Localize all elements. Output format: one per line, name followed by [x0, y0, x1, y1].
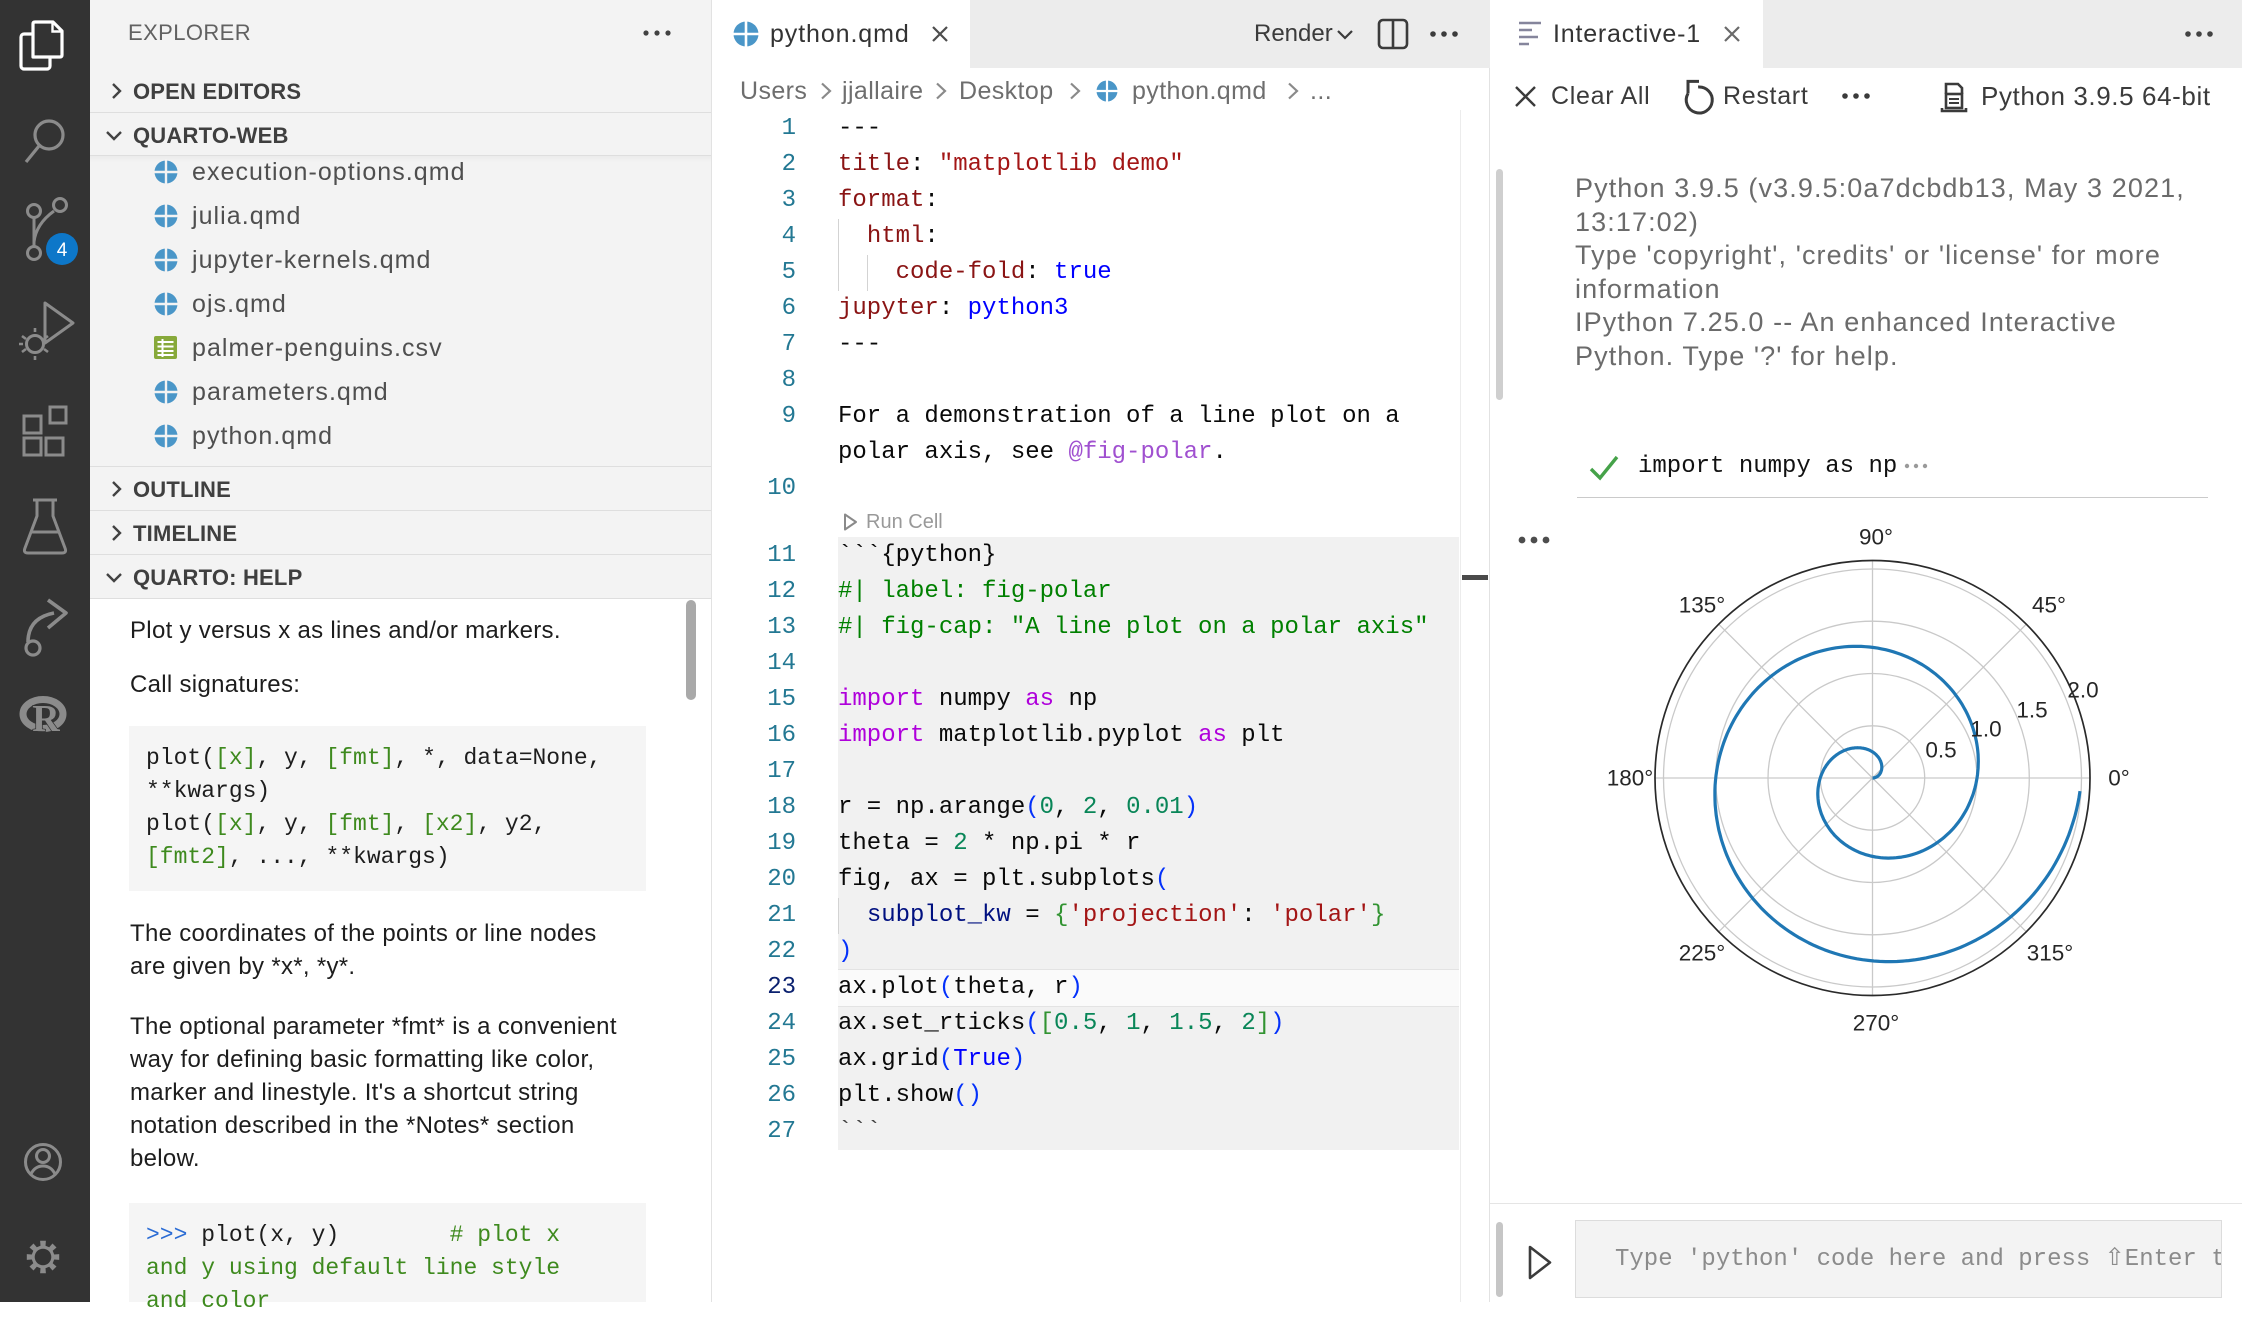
svg-text:0°: 0°	[2108, 766, 2130, 791]
svg-text:2.0: 2.0	[2067, 678, 2098, 703]
svg-text:270°: 270°	[1853, 1011, 1900, 1036]
svg-text:1.0: 1.0	[1970, 717, 2001, 742]
svg-text:45°: 45°	[2032, 593, 2066, 618]
svg-text:90°: 90°	[1859, 525, 1893, 550]
svg-text:0.5: 0.5	[1925, 738, 1956, 763]
svg-text:4: 4	[57, 240, 68, 261]
svg-text:1.5: 1.5	[2016, 698, 2047, 723]
svg-text:135°: 135°	[1679, 593, 1726, 618]
svg-text:180°: 180°	[1607, 766, 1654, 791]
svg-text:R: R	[32, 698, 60, 740]
svg-text:315°: 315°	[2027, 941, 2074, 966]
svg-text:225°: 225°	[1679, 941, 1726, 966]
